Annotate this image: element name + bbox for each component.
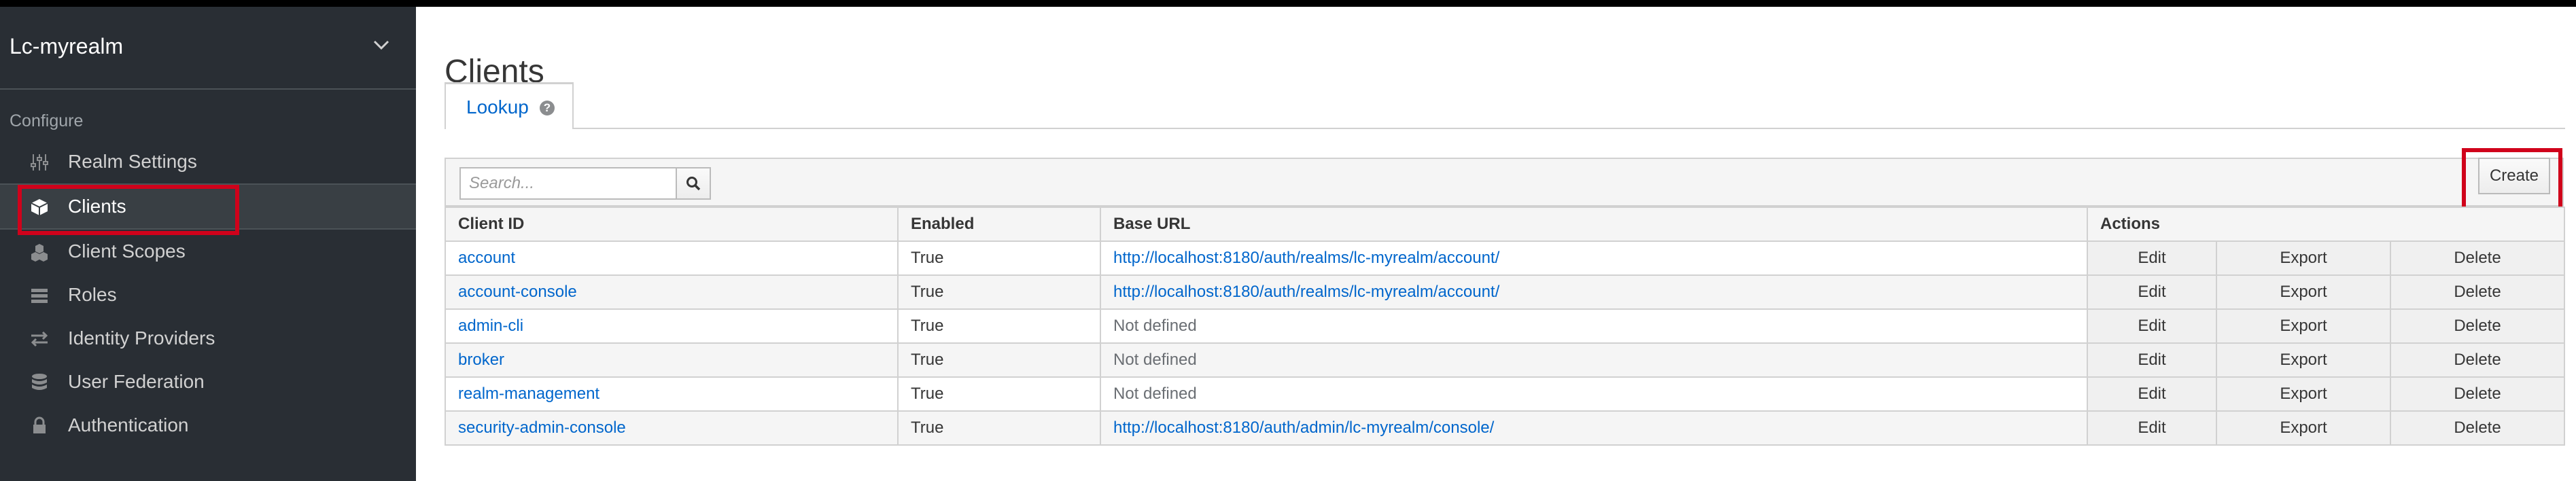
sidebar-item-label: Realm Settings <box>68 151 197 172</box>
lock-icon <box>33 416 46 433</box>
edit-button[interactable]: Edit <box>2087 342 2217 378</box>
enabled-value: True <box>897 410 1101 446</box>
sidebar-item-realm-settings[interactable]: Realm Settings <box>0 140 416 183</box>
export-button[interactable]: Export <box>2216 240 2391 276</box>
client-id-link[interactable]: account <box>445 240 899 276</box>
tab-label: Lookup <box>466 96 529 118</box>
edit-button[interactable]: Edit <box>2087 308 2217 344</box>
sidebar-item-user-federation[interactable]: User Federation <box>0 360 416 404</box>
header-enabled: Enabled <box>897 207 1101 242</box>
list-icon <box>31 289 48 303</box>
create-button[interactable]: Create <box>2478 158 2550 194</box>
base-url-link[interactable]: http://localhost:8180/auth/realms/lc-myr… <box>1100 274 2088 310</box>
client-id-link[interactable]: account-console <box>445 274 899 310</box>
clients-highlight-box <box>18 185 239 235</box>
table-header-row: Client ID Enabled Base URL Actions <box>445 207 2566 242</box>
base-url-value: Not defined <box>1100 308 2088 344</box>
clients-table: Client ID Enabled Base URL Actions accou… <box>445 207 2566 446</box>
edit-button[interactable]: Edit <box>2087 240 2217 276</box>
delete-button[interactable]: Delete <box>2389 308 2566 344</box>
top-bar <box>0 0 2576 7</box>
delete-button[interactable]: Delete <box>2389 240 2566 276</box>
header-client-id: Client ID <box>445 207 899 242</box>
client-id-link[interactable]: broker <box>445 342 899 378</box>
table-row: account True http://localhost:8180/auth/… <box>445 240 2566 276</box>
base-url-value: Not defined <box>1100 376 2088 412</box>
export-button[interactable]: Export <box>2216 342 2391 378</box>
base-url-value: Not defined <box>1100 342 2088 378</box>
sidebar-item-label: Client Scopes <box>68 240 186 262</box>
realm-name: Lc-myrealm <box>10 34 124 58</box>
export-button[interactable]: Export <box>2216 308 2391 344</box>
sidebar: Lc-myrealm Configure Realm Settings Clie… <box>0 7 416 481</box>
header-actions: Actions <box>2086 207 2566 242</box>
base-url-link[interactable]: http://localhost:8180/auth/admin/lc-myre… <box>1100 410 2088 446</box>
export-button[interactable]: Export <box>2216 376 2391 412</box>
header-base-url: Base URL <box>1100 207 2088 242</box>
enabled-value: True <box>897 274 1101 310</box>
realm-selector[interactable]: Lc-myrealm <box>0 7 416 90</box>
client-id-link[interactable]: security-admin-console <box>445 410 899 446</box>
section-label-configure: Configure <box>10 111 84 130</box>
base-url-link[interactable]: http://localhost:8180/auth/realms/lc-myr… <box>1100 240 2088 276</box>
sliders-icon <box>31 154 48 171</box>
exchange-icon <box>31 331 48 347</box>
search-button[interactable] <box>676 167 711 200</box>
sidebar-item-label: User Federation <box>68 371 205 392</box>
sidebar-item-identity-providers[interactable]: Identity Providers <box>0 317 416 360</box>
table-row: admin-cli True Not defined Edit Export D… <box>445 308 2566 344</box>
sidebar-item-roles[interactable]: Roles <box>0 273 416 317</box>
sidebar-item-label: Identity Providers <box>68 327 215 349</box>
export-button[interactable]: Export <box>2216 274 2391 310</box>
edit-button[interactable]: Edit <box>2087 410 2217 446</box>
help-icon[interactable]: ? <box>540 101 555 115</box>
edit-button[interactable]: Edit <box>2087 376 2217 412</box>
delete-button[interactable]: Delete <box>2389 274 2566 310</box>
sidebar-item-label: Roles <box>68 284 117 305</box>
search-icon <box>686 177 701 191</box>
table-row: account-console True http://localhost:81… <box>445 274 2566 310</box>
delete-button[interactable]: Delete <box>2389 342 2566 378</box>
delete-button[interactable]: Delete <box>2389 376 2566 412</box>
enabled-value: True <box>897 240 1101 276</box>
cubes-icon <box>31 244 48 262</box>
tab-lookup[interactable]: Lookup ? <box>445 82 574 129</box>
main-content: Clients Lookup ? Create Client ID Enable… <box>416 7 2576 481</box>
delete-button[interactable]: Delete <box>2389 410 2566 446</box>
table-row: realm-management True Not defined Edit E… <box>445 376 2566 412</box>
table-row: security-admin-console True http://local… <box>445 410 2566 446</box>
client-id-link[interactable]: admin-cli <box>445 308 899 344</box>
enabled-value: True <box>897 308 1101 344</box>
search-input[interactable] <box>459 167 677 200</box>
table-row: broker True Not defined Edit Export Dele… <box>445 342 2566 378</box>
sidebar-item-client-scopes[interactable]: Client Scopes <box>0 230 416 273</box>
chevron-down-icon <box>373 40 389 50</box>
database-icon <box>32 374 47 390</box>
table-toolbar <box>445 158 2564 207</box>
enabled-value: True <box>897 376 1101 412</box>
sidebar-item-authentication[interactable]: Authentication <box>0 404 416 447</box>
edit-button[interactable]: Edit <box>2087 274 2217 310</box>
tabs-divider <box>445 128 2565 129</box>
enabled-value: True <box>897 342 1101 378</box>
sidebar-item-label: Authentication <box>68 414 189 435</box>
client-id-link[interactable]: realm-management <box>445 376 899 412</box>
export-button[interactable]: Export <box>2216 410 2391 446</box>
